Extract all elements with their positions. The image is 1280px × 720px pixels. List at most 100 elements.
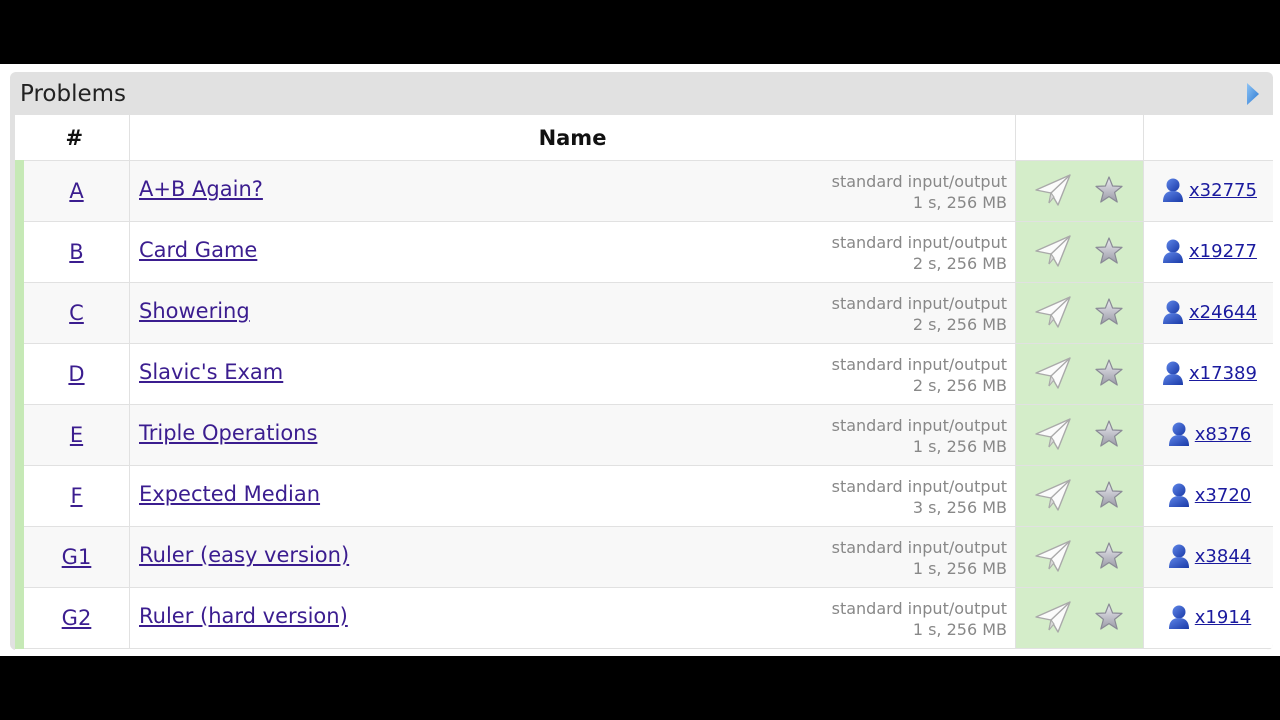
problems-table: # Name A A+B Again? standard input/outpu… [15, 115, 1273, 649]
io-label: standard input/output [831, 416, 1007, 435]
solved-cell: x32775 [1143, 160, 1273, 222]
solved-count-link[interactable]: x24644 [1189, 302, 1257, 323]
user-icon [1163, 361, 1184, 385]
paper-plane-icon[interactable] [1034, 234, 1072, 268]
solved-count-link[interactable]: x17389 [1189, 363, 1257, 384]
io-label: standard input/output [831, 355, 1007, 374]
column-header-id: # [19, 115, 130, 161]
actions-cell [1015, 465, 1144, 527]
io-label: standard input/output [831, 294, 1007, 313]
user-icon [1163, 178, 1184, 202]
problem-id-link[interactable]: B [69, 240, 83, 264]
page-area: Problems # Name A A+B Again? standard in… [0, 64, 1280, 656]
time-memory-label: 2 s, 256 MB [912, 254, 1007, 273]
paper-plane-icon[interactable] [1034, 295, 1072, 329]
column-header-solved [1143, 115, 1273, 161]
problem-id-link[interactable]: C [69, 301, 84, 325]
problem-name-link[interactable]: Triple Operations [139, 421, 317, 445]
problem-id-link[interactable]: G2 [62, 606, 92, 630]
problem-id-cell: D [15, 343, 130, 405]
panel-header: Problems [10, 72, 1273, 115]
table-row: E Triple Operations standard input/outpu… [15, 404, 1273, 466]
problem-id-cell: A [15, 160, 130, 222]
io-label: standard input/output [831, 233, 1007, 252]
panel-title: Problems [20, 81, 127, 107]
paper-plane-icon[interactable] [1034, 173, 1072, 207]
problem-name-link[interactable]: Slavic's Exam [139, 360, 283, 384]
star-icon[interactable] [1094, 236, 1124, 266]
problem-name-link[interactable]: Showering [139, 299, 250, 323]
actions-cell [1015, 587, 1144, 649]
paper-plane-icon[interactable] [1034, 417, 1072, 451]
table-row: F Expected Median standard input/output … [15, 465, 1273, 527]
column-header-actions [1015, 115, 1144, 161]
solved-count-link[interactable]: x1914 [1195, 607, 1251, 628]
problems-table-wrap: # Name A A+B Again? standard input/outpu… [15, 115, 1273, 650]
star-icon[interactable] [1094, 358, 1124, 388]
problem-name-link[interactable]: Ruler (hard version) [139, 604, 348, 628]
problem-id-cell: B [15, 221, 130, 283]
solved-cell: x3720 [1143, 465, 1273, 527]
problem-limits: standard input/output 3 s, 256 MB [832, 476, 1007, 518]
problem-name-link[interactable]: Card Game [139, 238, 257, 262]
paper-plane-icon[interactable] [1034, 478, 1072, 512]
user-icon [1163, 239, 1184, 263]
problem-name-link[interactable]: A+B Again? [139, 177, 263, 201]
user-icon [1168, 422, 1189, 446]
problem-id-link[interactable]: E [70, 423, 83, 447]
table-header-row: # Name [19, 115, 1273, 161]
time-memory-label: 2 s, 256 MB [912, 376, 1007, 395]
star-icon[interactable] [1094, 541, 1124, 571]
time-memory-label: 1 s, 256 MB [912, 437, 1007, 456]
solved-count-link[interactable]: x3720 [1195, 485, 1251, 506]
user-icon [1168, 544, 1189, 568]
table-row: D Slavic's Exam standard input/output 2 … [15, 343, 1273, 405]
problem-limits: standard input/output 1 s, 256 MB [832, 537, 1007, 579]
paper-plane-icon[interactable] [1034, 356, 1072, 390]
user-icon [1168, 605, 1189, 629]
solved-count-link[interactable]: x19277 [1189, 241, 1257, 262]
star-icon[interactable] [1094, 175, 1124, 205]
problem-name-cell: A+B Again? standard input/output 1 s, 25… [129, 160, 1016, 222]
solved-cell: x19277 [1143, 221, 1273, 283]
io-label: standard input/output [831, 477, 1007, 496]
triangle-right-icon[interactable] [1246, 82, 1260, 106]
problem-id-cell: E [15, 404, 130, 466]
time-memory-label: 1 s, 256 MB [912, 193, 1007, 212]
problem-id-link[interactable]: F [70, 484, 82, 508]
problem-id-cell: G2 [15, 587, 130, 649]
star-icon[interactable] [1094, 602, 1124, 632]
actions-cell [1015, 282, 1144, 344]
io-label: standard input/output [831, 538, 1007, 557]
solved-count-link[interactable]: x32775 [1189, 180, 1257, 201]
table-row: A A+B Again? standard input/output 1 s, … [15, 160, 1273, 222]
star-icon[interactable] [1094, 297, 1124, 327]
problem-id-cell: G1 [15, 526, 130, 588]
star-icon[interactable] [1094, 419, 1124, 449]
problem-name-cell: Slavic's Exam standard input/output 2 s,… [129, 343, 1016, 405]
column-header-name: Name [129, 115, 1016, 161]
problem-limits: standard input/output 1 s, 256 MB [832, 171, 1007, 213]
paper-plane-icon[interactable] [1034, 600, 1072, 634]
problem-name-cell: Ruler (easy version) standard input/outp… [129, 526, 1016, 588]
problem-name-cell: Triple Operations standard input/output … [129, 404, 1016, 466]
solved-count-link[interactable]: x3844 [1195, 546, 1251, 567]
time-memory-label: 2 s, 256 MB [912, 315, 1007, 334]
problem-name-link[interactable]: Ruler (easy version) [139, 543, 349, 567]
problem-id-link[interactable]: G1 [62, 545, 92, 569]
table-row: G2 Ruler (hard version) standard input/o… [15, 587, 1273, 649]
problem-id-link[interactable]: A [69, 179, 83, 203]
io-label: standard input/output [831, 172, 1007, 191]
problem-id-link[interactable]: D [68, 362, 84, 386]
problem-name-link[interactable]: Expected Median [139, 482, 320, 506]
actions-cell [1015, 221, 1144, 283]
problem-name-cell: Card Game standard input/output 2 s, 256… [129, 221, 1016, 283]
time-memory-label: 1 s, 256 MB [912, 559, 1007, 578]
star-icon[interactable] [1094, 480, 1124, 510]
problems-panel: Problems # Name A A+B Again? standard in… [10, 72, 1273, 650]
io-label: standard input/output [831, 599, 1007, 618]
problem-limits: standard input/output 1 s, 256 MB [832, 415, 1007, 457]
paper-plane-icon[interactable] [1034, 539, 1072, 573]
solved-count-link[interactable]: x8376 [1195, 424, 1251, 445]
solved-cell: x24644 [1143, 282, 1273, 344]
